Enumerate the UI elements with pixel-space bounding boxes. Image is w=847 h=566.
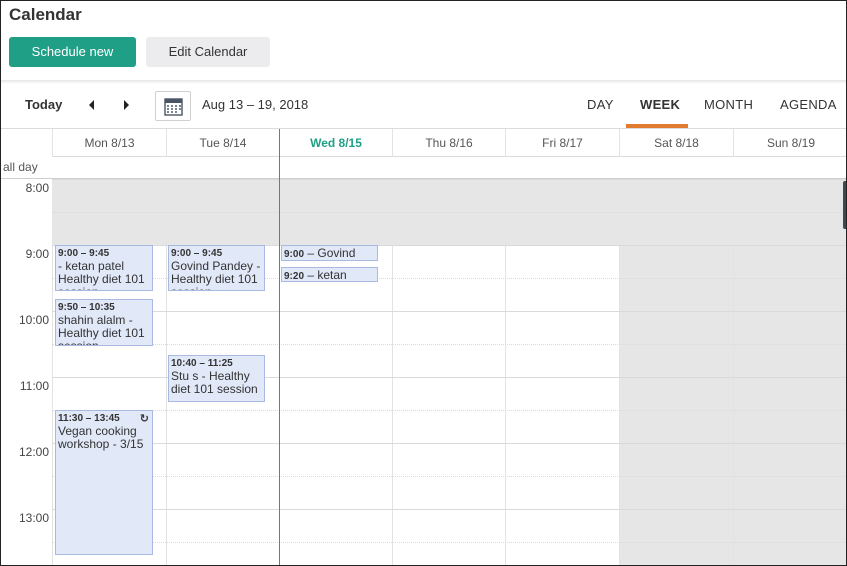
event-title: - ketan patel Healthy diet 101 session [58,259,145,291]
event-time: 9:20 [284,271,305,282]
event-title: Govind Pandey - Healthy diet 101 session [171,259,261,291]
event-card[interactable]: 9:00 – Govind [281,245,378,261]
event-title: Stu s - Healthy diet 101 session [171,369,258,396]
all-day-row[interactable]: all day [1,157,846,179]
day-header-mon[interactable]: Mon 8/13 [52,129,166,157]
half-hour-line [52,410,846,411]
time-label: 12:00 [18,445,49,459]
today-button[interactable]: Today [25,97,62,112]
chevron-right-icon [124,100,129,110]
calendar-window: Calendar Schedule new Edit Calendar Toda… [0,0,847,566]
day-header-sun[interactable]: Sun 8/19 [733,129,846,157]
date-picker-button[interactable] [155,91,191,121]
tab-month[interactable]: MONTH [704,97,753,112]
side-panel-handle[interactable] [843,181,846,229]
half-hour-line [52,542,846,543]
current-day-line [279,129,280,565]
week-grid: Mon 8/13 Tue 8/14 Wed 8/15 Thu 8/16 Fri … [1,129,846,565]
schedule-new-button[interactable]: Schedule new [9,37,136,67]
hour-line [52,311,846,312]
date-range-label: Aug 13 – 19, 2018 [202,97,309,112]
time-label: 9:00 [25,247,49,261]
time-label: 11:00 [19,379,49,393]
active-tab-indicator [626,124,688,128]
event-card[interactable]: 9:50 – 10:35 shahin alalm - Healthy diet… [55,299,153,346]
all-day-label: all day [3,160,38,174]
recurring-icon: ↻ [139,413,149,425]
event-title: Vegan cooking workshop - 3/15 [58,424,144,451]
day-header-thu[interactable]: Thu 8/16 [392,129,505,157]
tab-agenda[interactable]: AGENDA [780,97,837,112]
page-title: Calendar [9,5,82,24]
prev-week-button[interactable] [87,96,103,114]
time-label: 10:00 [18,313,49,327]
half-hour-line [52,344,846,345]
hour-line [52,443,846,444]
event-time: 9:00 [284,249,305,260]
event-card[interactable]: 9:20 – ketan patel [281,267,378,282]
edit-calendar-button[interactable]: Edit Calendar [146,37,270,67]
day-header-wed[interactable]: Wed 8/15 [279,129,392,157]
hour-line [52,509,846,510]
tab-week[interactable]: WEEK [640,97,680,112]
event-card[interactable]: 10:40 – 11:25 Stu s - Healthy diet 101 s… [168,355,265,402]
event-title: shahin alalm - Healthy diet 101 session [58,313,145,346]
half-hour-line [52,476,846,477]
event-card[interactable]: 9:00 – 9:45 Govind Pandey - Healthy diet… [168,245,265,291]
event-card[interactable]: 9:00 – 9:45 - ketan patel Healthy diet 1… [55,245,153,291]
time-label: 8:00 [25,181,49,195]
tab-day[interactable]: DAY [587,97,614,112]
event-card[interactable]: ↻ 11:30 – 13:45 Vegan cooking workshop -… [55,410,153,555]
chevron-left-icon [89,100,94,110]
hour-line [52,179,846,180]
half-hour-line [52,212,846,213]
next-week-button[interactable] [121,96,137,114]
calendar-toolbar: Today Aug 13 – 19, 2018 DAY WEEK MONTH A… [1,83,846,129]
day-header-sat[interactable]: Sat 8/18 [619,129,733,157]
calendar-icon [164,98,183,116]
event-title: – Govind [307,246,356,260]
day-header-tue[interactable]: Tue 8/14 [166,129,279,157]
time-label: 13:00 [18,511,49,525]
day-header-fri[interactable]: Fri 8/17 [505,129,619,157]
